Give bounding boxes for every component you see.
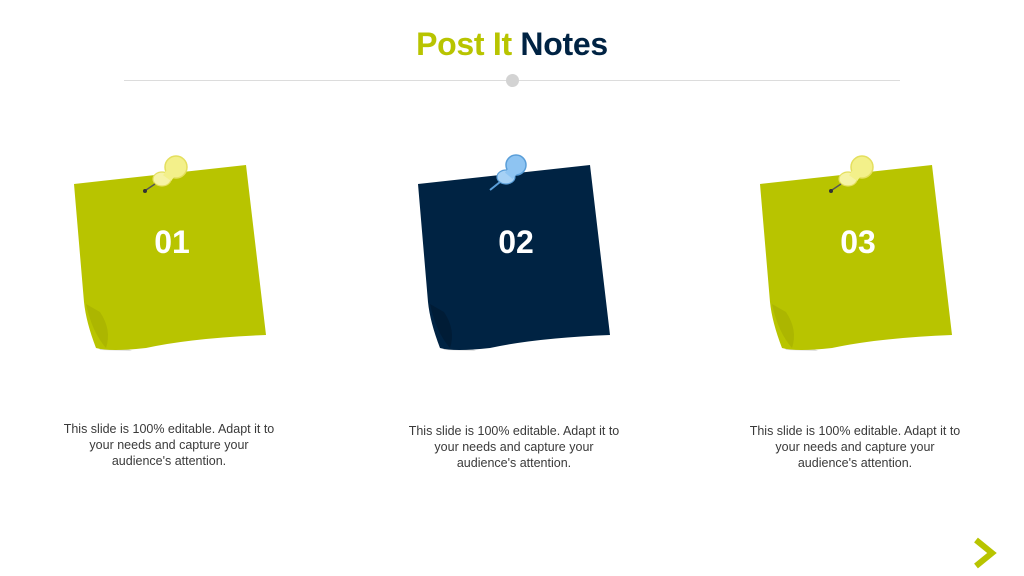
divider-dot (506, 74, 519, 87)
note-number: 03 (840, 224, 876, 260)
yellow-pushpin-icon (829, 155, 874, 193)
post-it-note-3: 03 (758, 152, 958, 352)
note-description-1: This slide is 100% editable. Adapt it to… (63, 422, 275, 468)
slide-title: Post It Notes (0, 26, 1024, 63)
post-it-note-1: 01 (72, 152, 272, 352)
note-description-2: This slide is 100% editable. Adapt it to… (408, 424, 620, 470)
post-it-note-2: 02 (416, 152, 616, 352)
title-word-1: Post It (416, 26, 512, 62)
chevron-right-icon (974, 537, 997, 569)
next-slide-button[interactable] (968, 536, 1002, 570)
title-word-2: Notes (520, 26, 608, 62)
note-description-3: This slide is 100% editable. Adapt it to… (749, 424, 961, 470)
blue-pushpin-icon (489, 154, 527, 191)
yellow-pushpin-icon (143, 155, 188, 193)
note-number: 01 (154, 224, 190, 260)
note-number: 02 (498, 224, 534, 260)
